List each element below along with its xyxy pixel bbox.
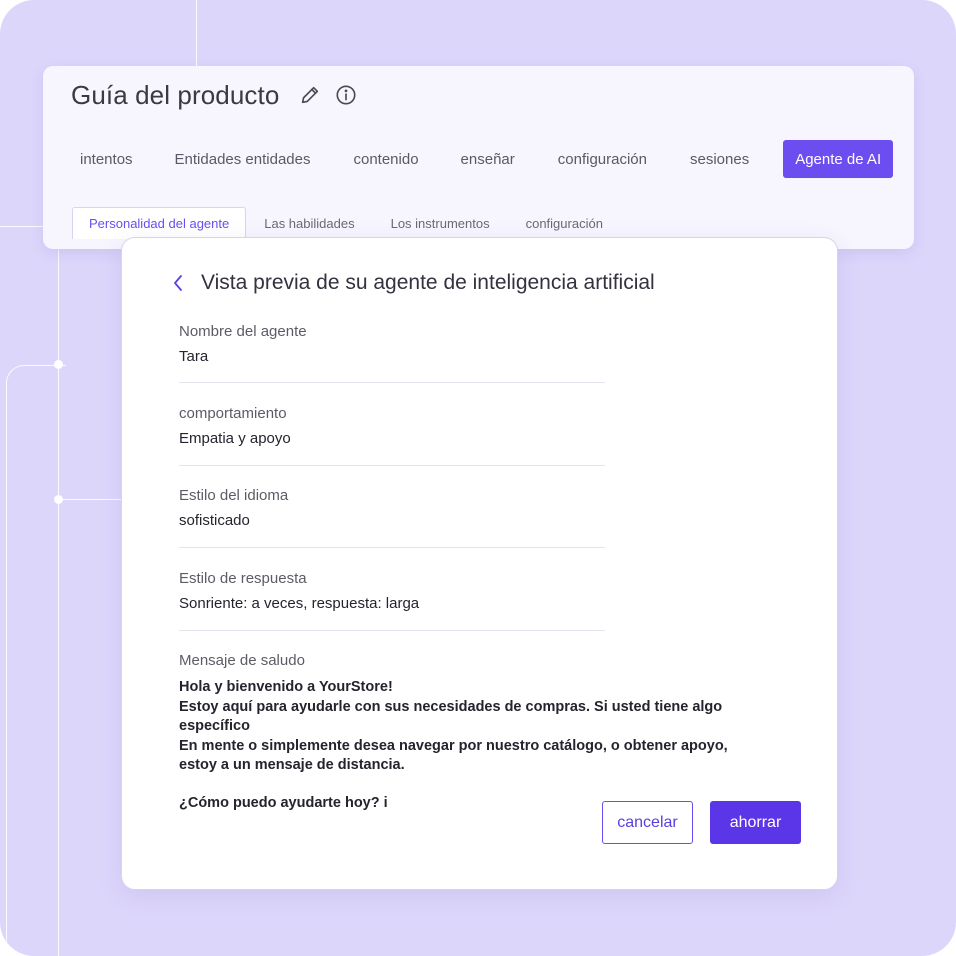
divider — [179, 547, 605, 548]
cancel-button[interactable]: cancelar — [602, 801, 693, 844]
decor-curve — [6, 365, 66, 956]
field-label: Estilo del idioma — [179, 487, 289, 504]
agent-preview-panel: Vista previa de su agente de inteligenci… — [121, 237, 838, 890]
background-canvas: Guía del producto intentos Entidades ent… — [0, 0, 956, 956]
greeting-line: Hola y bienvenido a YourStore! — [179, 679, 393, 695]
greeting-question: ¿Cómo puedo ayudarte hoy? i — [179, 795, 388, 811]
field-value: sofisticado — [179, 512, 250, 529]
info-icon[interactable] — [333, 82, 359, 108]
subtab-habilidades[interactable]: Las habilidades — [264, 207, 354, 239]
subtab-instrumentos[interactable]: Los instrumentos — [391, 207, 490, 239]
divider — [179, 630, 605, 631]
tab-agente-ai[interactable]: Agente de AI — [783, 140, 894, 178]
panel-title: Vista previa de su agente de inteligenci… — [201, 271, 655, 294]
greeting-line: Estoy aquí para ayudarle con sus necesid… — [179, 698, 723, 735]
divider — [179, 465, 605, 466]
pencil-icon[interactable] — [297, 82, 323, 108]
main-tabs: intentos Entidades entidades contenido e… — [65, 140, 894, 178]
greeting-message: Hola y bienvenido a YourStore! Estoy aqu… — [179, 678, 759, 776]
decor-dot-lower — [54, 495, 63, 504]
field-response-style: Estilo de respuesta Sonriente: a veces, … — [179, 570, 605, 612]
chevron-left-icon[interactable] — [172, 273, 188, 293]
tab-entidades[interactable]: Entidades entidades — [175, 140, 311, 178]
subtab-configuracion[interactable]: configuración — [526, 207, 603, 239]
field-value: Tara — [179, 348, 209, 365]
save-button[interactable]: ahorrar — [710, 801, 801, 844]
subtab-personalidad[interactable]: Personalidad del agente — [72, 207, 247, 239]
field-language-style: Estilo del idioma sofisticado — [179, 487, 605, 529]
greeting-label: Mensaje de saludo — [179, 652, 305, 669]
field-label: comportamiento — [179, 405, 287, 422]
title-row: Guía del producto — [71, 78, 359, 112]
decor-horizontal-line-lower — [58, 499, 121, 500]
tab-sesiones[interactable]: sesiones — [690, 140, 749, 178]
field-label: Nombre del agente — [179, 323, 307, 340]
field-value: Empatia y apoyo — [179, 430, 291, 447]
decor-vertical-line — [196, 0, 197, 66]
tab-contenido[interactable]: contenido — [353, 140, 418, 178]
product-guide-card: Guía del producto intentos Entidades ent… — [43, 66, 914, 249]
tab-ensenar[interactable]: enseñar — [461, 140, 515, 178]
field-value: Sonriente: a veces, respuesta: larga — [179, 595, 420, 612]
greeting-line: En mente o simplemente desea navegar por… — [179, 737, 728, 774]
divider — [179, 382, 605, 383]
page-title: Guía del producto — [71, 79, 280, 110]
tab-configuracion[interactable]: configuración — [558, 140, 647, 178]
field-label: Estilo de respuesta — [179, 570, 307, 587]
decor-horizontal-line — [0, 226, 43, 227]
decor-dot — [54, 360, 63, 369]
field-behavior: comportamiento Empatia y apoyo — [179, 405, 605, 447]
field-agent-name: Nombre del agente Tara — [179, 323, 605, 365]
sub-tabs: Personalidad del agente Las habilidades … — [72, 207, 603, 239]
tab-intentos[interactable]: intentos — [80, 140, 133, 178]
panel-header: Vista previa de su agente de inteligenci… — [172, 271, 655, 295]
